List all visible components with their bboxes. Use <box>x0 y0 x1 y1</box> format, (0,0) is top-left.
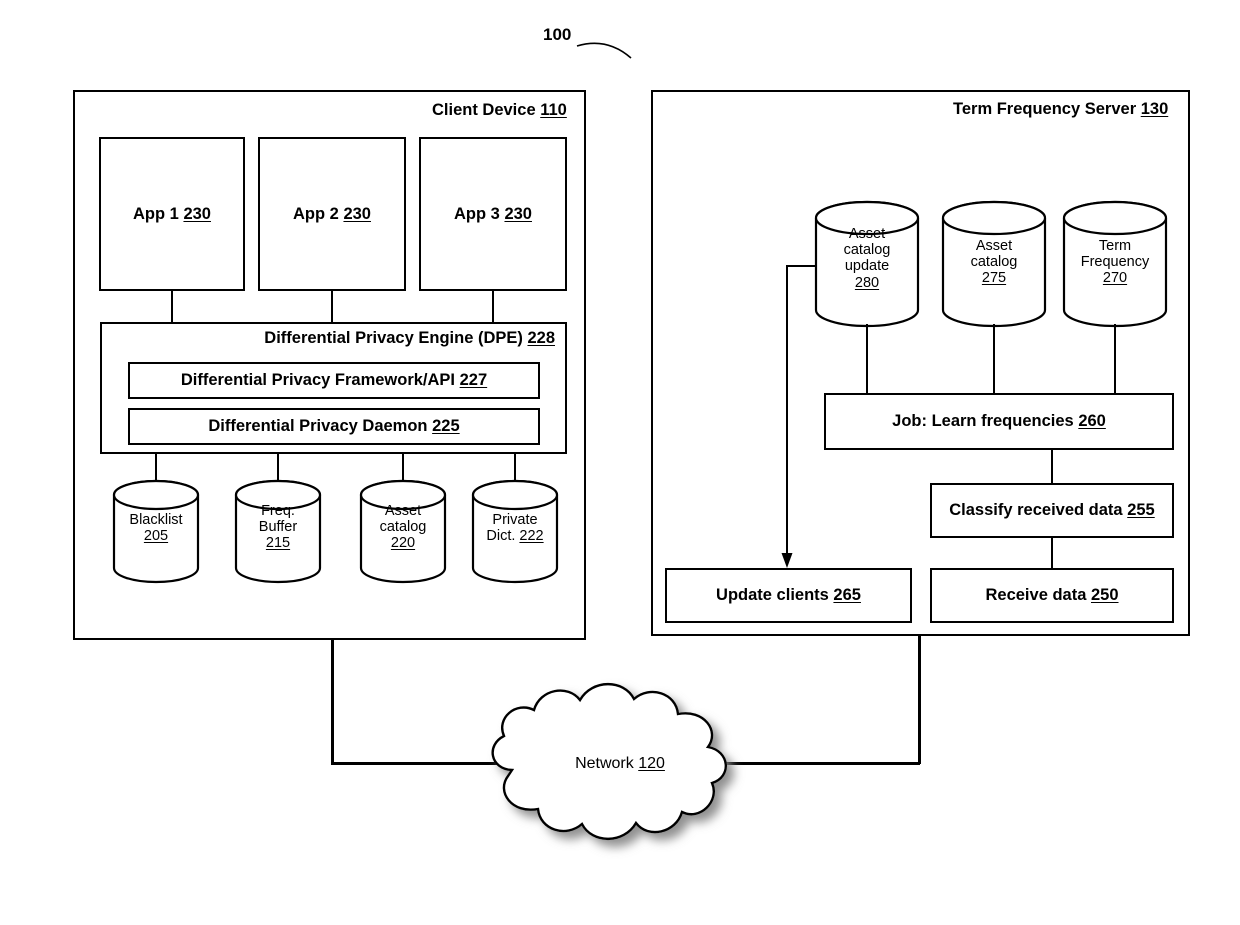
connector-app3-dpe <box>492 291 494 322</box>
figure-number: 100 <box>543 25 572 44</box>
dpe-title: Differential Privacy Engine (DPE) 228 <box>264 329 555 348</box>
server-box-job-learn-frequencies-label: Job: Learn frequencies 260 <box>892 412 1106 430</box>
datastore-blacklist[interactable]: Blacklist 205 <box>112 479 200 584</box>
datastore-freq-buffer-label: Freq. Buffer 215 <box>258 503 298 552</box>
datastore-term-frequency-label: Term Frequency 270 <box>1080 238 1150 287</box>
client-device-title-text: Client Device <box>432 101 536 119</box>
app-box-3-label: App 3 230 <box>454 204 532 223</box>
server-title: Term Frequency Server 130 <box>953 100 1168 119</box>
datastore-freq-buffer[interactable]: Freq. Buffer 215 <box>234 479 322 584</box>
dpe-row-daemon[interactable]: Differential Privacy Daemon 225 <box>128 408 540 445</box>
connector-classify-receive <box>1051 538 1053 568</box>
connector-job-classify <box>1051 450 1053 483</box>
client-device-title-ref: 110 <box>540 101 567 119</box>
connector-catalog-job <box>993 324 995 394</box>
connector-app2-dpe <box>331 291 333 322</box>
network-cloud[interactable]: Network 120 <box>470 673 770 863</box>
server-title-ref: 130 <box>1140 100 1169 118</box>
server-box-job-learn-frequencies[interactable]: Job: Learn frequencies 260 <box>824 393 1174 450</box>
arrow-catalog-update-to-update-clients <box>781 265 816 568</box>
datastore-private-dict-label: Private Dict. 222 <box>486 512 544 545</box>
datastore-server-asset-catalog-label: Asset catalog 275 <box>970 238 1018 287</box>
server-box-update-clients[interactable]: Update clients 265 <box>665 568 912 623</box>
link-client-vertical <box>331 640 334 764</box>
connector-update-job <box>866 324 868 394</box>
server-box-classify-received-data[interactable]: Classify received data 255 <box>930 483 1174 538</box>
dpe-row-daemon-label: Differential Privacy Daemon 225 <box>208 417 460 435</box>
server-box-update-clients-label: Update clients 265 <box>716 586 861 604</box>
connector-termfreq-job <box>1114 324 1116 394</box>
dpe-row-framework-api-label: Differential Privacy Framework/API 227 <box>180 371 488 389</box>
app-box-2-label: App 2 230 <box>293 204 371 223</box>
datastore-server-asset-catalog[interactable]: Asset catalog 275 <box>941 200 1047 328</box>
app-box-1[interactable]: App 1 230 <box>99 137 245 291</box>
server-title-text: Term Frequency Server <box>953 100 1137 118</box>
app-box-2[interactable]: App 2 230 <box>258 137 406 291</box>
server-box-receive-data-label: Receive data 250 <box>985 586 1119 604</box>
datastore-asset-catalog[interactable]: Asset catalog 220 <box>359 479 447 584</box>
app-box-3[interactable]: App 3 230 <box>419 137 567 291</box>
app-box-1-label: App 1 230 <box>133 204 211 223</box>
term-frequency-server-panel <box>651 90 1190 636</box>
dpe-title-ref: 228 <box>527 329 555 347</box>
datastore-term-frequency[interactable]: Term Frequency 270 <box>1062 200 1168 328</box>
datastore-blacklist-label: Blacklist 205 <box>129 512 183 545</box>
server-box-classify-received-data-label: Classify received data 255 <box>949 501 1155 519</box>
datastore-private-dict[interactable]: Private Dict. 222 <box>471 479 559 584</box>
client-device-title: Client Device 110 <box>432 101 567 120</box>
dpe-row-framework-api[interactable]: Differential Privacy Framework/API 227 <box>128 362 540 399</box>
datastore-asset-catalog-label: Asset catalog 220 <box>379 503 427 552</box>
figure-canvas: 100 Client Device 110 App 1 230 App 2 23… <box>0 0 1240 925</box>
connector-app1-dpe <box>171 291 173 322</box>
figure-leader-line <box>576 42 632 59</box>
dpe-title-text: Differential Privacy Engine (DPE) <box>264 329 523 347</box>
server-box-receive-data[interactable]: Receive data 250 <box>930 568 1174 623</box>
link-server-vertical <box>918 636 921 764</box>
network-cloud-label: Network 120 <box>575 755 665 772</box>
